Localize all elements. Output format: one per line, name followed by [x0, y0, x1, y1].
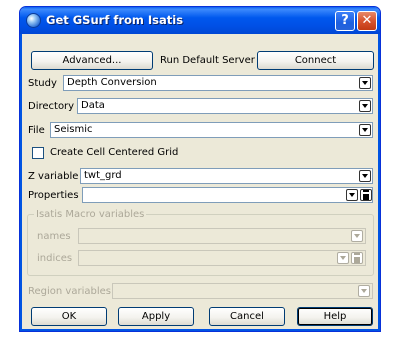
chevron-down-icon[interactable] [351, 230, 363, 242]
file-select[interactable]: Seismic [50, 122, 373, 138]
cancel-button[interactable]: Cancel [209, 307, 285, 326]
names-select[interactable] [78, 228, 366, 244]
chevron-down-icon[interactable] [358, 285, 370, 297]
macro-variables-group [27, 214, 374, 276]
close-button[interactable]: ✕ [357, 11, 377, 31]
help-title-button[interactable]: ? [335, 11, 355, 31]
app-globe-icon [26, 13, 41, 28]
study-value: Depth Conversion [67, 77, 157, 88]
window-title: Get GSurf from Isatis [46, 13, 184, 27]
names-label: names [37, 231, 71, 242]
chevron-down-icon[interactable] [346, 189, 358, 201]
properties-label: Properties [28, 190, 79, 201]
chevron-down-icon[interactable] [359, 124, 371, 136]
apply-button[interactable]: Apply [118, 307, 194, 326]
dialog-window: Get GSurf from Isatis ? ✕ Advanced... Ru… [19, 6, 381, 332]
chevron-down-icon[interactable] [359, 100, 371, 112]
region-select[interactable] [112, 283, 373, 299]
indices-select[interactable] [78, 250, 366, 266]
ok-button[interactable]: OK [31, 307, 107, 326]
directory-label: Directory [28, 101, 75, 112]
chevron-down-icon[interactable] [337, 252, 349, 264]
list-editor-icon[interactable] [360, 189, 372, 201]
zvariable-select[interactable]: twt_grd [80, 168, 373, 184]
title-bar[interactable]: Get GSurf from Isatis ? ✕ [20, 7, 380, 34]
region-label: Region variables [28, 286, 111, 297]
file-label: File [28, 125, 45, 136]
directory-value: Data [81, 100, 105, 111]
chevron-down-icon[interactable] [359, 170, 371, 182]
study-select[interactable]: Depth Conversion [63, 75, 373, 91]
cell-centered-checkbox[interactable] [32, 147, 44, 159]
list-editor-icon[interactable] [351, 252, 363, 264]
server-status-text: Run Default Server [160, 55, 255, 66]
directory-select[interactable]: Data [77, 98, 373, 114]
study-label: Study [28, 78, 57, 89]
zvariable-label: Z variable [28, 171, 79, 182]
cell-centered-label: Create Cell Centered Grid [50, 147, 179, 158]
file-value: Seismic [54, 124, 93, 135]
chevron-down-icon[interactable] [359, 77, 371, 89]
connect-button[interactable]: Connect [257, 51, 374, 70]
properties-select[interactable] [82, 187, 373, 203]
macro-group-title: Isatis Macro variables [34, 208, 147, 221]
advanced-button[interactable]: Advanced... [31, 51, 153, 70]
help-button[interactable]: Help [297, 307, 373, 326]
zvariable-value: twt_grd [84, 170, 122, 181]
indices-label: indices [37, 253, 73, 264]
